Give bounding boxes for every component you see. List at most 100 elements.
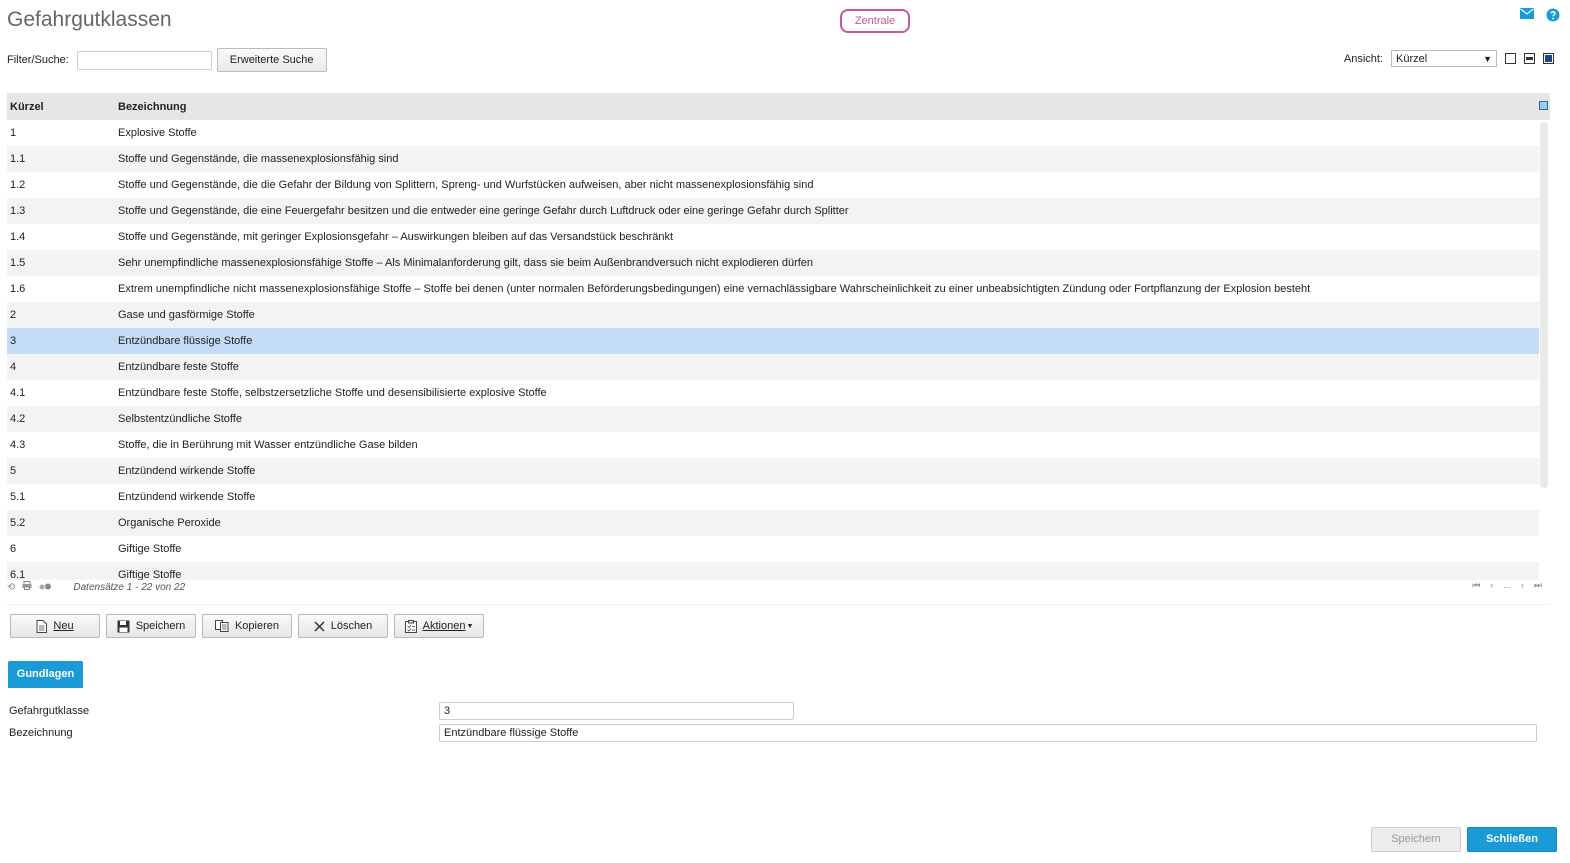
cell-name: Explosive Stoffe <box>118 127 197 139</box>
actions-menu-button[interactable]: Aktionen ▼ <box>394 614 484 638</box>
delete-button[interactable]: Löschen <box>298 614 388 638</box>
cell-code: 1.5 <box>10 257 26 269</box>
layout-compact-icon[interactable] <box>1505 53 1516 64</box>
table-row[interactable]: 1.2 Stoffe und Gegenstände, die die Gefah… <box>7 172 1539 198</box>
caret-down-icon: ▼ <box>466 622 474 630</box>
save-button-label: Speichern <box>135 620 186 632</box>
view-select[interactable]: Kürzel ▼ <box>1391 50 1497 67</box>
table-row[interactable]: 4.3 Stoffe, die in Berührung mit Wasser e… <box>7 432 1539 458</box>
toggle-icon[interactable] <box>39 582 52 593</box>
new-button-label: Neu <box>53 620 74 632</box>
cell-name: Selbstentzündliche Stoffe <box>118 413 242 425</box>
column-settings-icon[interactable] <box>1539 101 1548 110</box>
last-page-icon[interactable]: ⏭ <box>1534 580 1542 591</box>
cell-code: 4.1 <box>10 387 26 399</box>
print-icon[interactable] <box>22 581 32 593</box>
copy-icon <box>214 620 229 632</box>
table-row[interactable]: 1.1 Stoffe und Gegenstände, die massenexp… <box>7 146 1539 172</box>
designation-field[interactable]: Entzündbare flüssige Stoffe <box>439 724 1537 742</box>
new-button[interactable]: Neu <box>10 614 100 638</box>
table-row[interactable]: 1.3 Stoffe und Gegenstände, die eine Feue… <box>7 198 1539 224</box>
cell-name: Stoffe und Gegenstände, mit geringer Exp… <box>118 231 674 243</box>
close-button[interactable]: Schließen <box>1467 827 1557 852</box>
refresh-icon[interactable]: ⟲ <box>7 582 15 593</box>
cell-code: 5.1 <box>10 491 26 503</box>
next-page-icon[interactable]: › <box>1521 580 1524 591</box>
vertical-scrollbar[interactable] <box>1540 122 1548 488</box>
tab-basics[interactable]: Gundlagen <box>8 661 83 688</box>
hazard-class-label: Gefahrgutklasse <box>9 705 90 717</box>
table-row[interactable]: 4.2 Selbstentzündliche Stoffe <box>7 406 1539 432</box>
cell-name: Entzündend wirkende Stoffe <box>118 465 256 477</box>
cell-name: Giftige Stoffe <box>118 569 182 580</box>
table-row[interactable]: 3 Entzündbare flüssige Stoffe <box>7 328 1539 354</box>
cell-code: 1 <box>10 127 17 139</box>
cell-name: Stoffe und Gegenstände, die massenexplos… <box>118 153 399 165</box>
view-row: Ansicht: Kürzel ▼ <box>1344 50 1554 67</box>
cell-code: 2 <box>10 309 17 321</box>
save-button[interactable]: Speichern <box>106 614 196 638</box>
cell-name: Extrem unempfindliche nicht massenexplos… <box>118 283 1311 295</box>
cell-name: Entzündbare flüssige Stoffe <box>118 335 253 347</box>
filter-row: Filter/Suche: Erweiterte Suche <box>7 48 327 72</box>
cell-name: Entzündbare feste Stoffe <box>118 361 239 373</box>
cell-name: Entzündend wirkende Stoffe <box>118 491 256 503</box>
table-row[interactable]: 6.1 Giftige Stoffe <box>7 562 1539 580</box>
column-header-code[interactable]: Kürzel <box>7 101 118 113</box>
divider <box>7 604 1550 605</box>
table-row[interactable]: 5 Entzündend wirkende Stoffe <box>7 458 1539 484</box>
table-row[interactable]: 1.6 Extrem unempfindliche nicht massenexp… <box>7 276 1539 302</box>
cell-name: Organische Peroxide <box>118 517 221 529</box>
filter-label: Filter/Suche: <box>7 54 69 66</box>
cell-code: 5.2 <box>10 517 26 529</box>
cell-code: 1.6 <box>10 283 26 295</box>
table-row[interactable]: 5.1 Entzündend wirkende Stoffe <box>7 484 1539 510</box>
data-grid: Kürzel Bezeichnung 1 Explosive Stoffe 1.1 S… <box>7 93 1550 580</box>
layout-medium-icon[interactable] <box>1524 53 1535 64</box>
pager-nav: ⏮ ‹ ... › ⏭ <box>1472 580 1542 591</box>
grid-body: 1 Explosive Stoffe 1.1 Stoffe und Gegenstän… <box>7 120 1539 580</box>
copy-button-label: Kopieren <box>234 620 280 632</box>
action-toolbar: Neu Speichern Kopieren Löschen Aktionen … <box>10 614 484 638</box>
cell-name: Entzündbare feste Stoffe, selbstzersetzl… <box>118 387 547 399</box>
mail-icon[interactable] <box>1520 8 1534 22</box>
cell-name: Gase und gasförmige Stoffe <box>118 309 255 321</box>
filter-input[interactable] <box>76 50 212 70</box>
location-badge[interactable]: Zentrale <box>840 9 910 33</box>
table-row[interactable]: 4.1 Entzündbare feste Stoffe, selbstzerse… <box>7 380 1539 406</box>
actions-menu-label: Aktionen <box>422 620 466 632</box>
help-icon[interactable] <box>1546 8 1560 22</box>
cell-code: 4 <box>10 361 17 373</box>
cell-code: 1.1 <box>10 153 26 165</box>
floppy-icon <box>117 620 130 633</box>
record-count: Datensätze 1 - 22 von 22 <box>73 581 186 593</box>
cell-code: 4.3 <box>10 439 26 451</box>
pager: ⟲ Datensätze 1 - 22 von 22 ⏮ ‹ ... › ⏭ <box>7 580 1550 594</box>
column-header-name[interactable]: Bezeichnung <box>118 101 1550 113</box>
table-row[interactable]: 6 Giftige Stoffe <box>7 536 1539 562</box>
layout-full-icon[interactable] <box>1543 53 1554 64</box>
cell-name: Stoffe und Gegenstände, die die Gefahr d… <box>118 179 814 191</box>
cell-code: 1.4 <box>10 231 26 243</box>
table-row[interactable]: 1.4 Stoffe und Gegenstände, mit geringer … <box>7 224 1539 250</box>
table-row[interactable]: 2 Gase und gasförmige Stoffe <box>7 302 1539 328</box>
advanced-search-button[interactable]: Erweiterte Suche <box>216 48 327 72</box>
table-row[interactable]: 5.2 Organische Peroxide <box>7 510 1539 536</box>
prev-page-icon[interactable]: ‹ <box>1490 580 1493 591</box>
cell-code: 6.1 <box>10 569 26 580</box>
table-row[interactable]: 1.5 Sehr unempfindliche massenexplosionsf… <box>7 250 1539 276</box>
table-row[interactable]: 1 Explosive Stoffe <box>7 120 1539 146</box>
close-icon <box>314 620 325 632</box>
hazard-class-field[interactable]: 3 <box>439 702 794 720</box>
cell-name: Stoffe und Gegenstände, die eine Feuerge… <box>118 205 849 217</box>
delete-button-label: Löschen <box>330 620 373 632</box>
chevron-down-icon: ▼ <box>1483 53 1492 64</box>
footer-save-button[interactable]: Speichern <box>1371 827 1461 852</box>
first-page-icon[interactable]: ⏮ <box>1472 580 1480 591</box>
copy-button[interactable]: Kopieren <box>202 614 292 638</box>
page-title: Gefahrgutklassen <box>7 8 172 31</box>
pager-tools: ⟲ <box>7 581 52 593</box>
designation-label: Bezeichnung <box>9 727 73 739</box>
table-row[interactable]: 4 Entzündbare feste Stoffe <box>7 354 1539 380</box>
grid-header: Kürzel Bezeichnung <box>7 93 1550 120</box>
